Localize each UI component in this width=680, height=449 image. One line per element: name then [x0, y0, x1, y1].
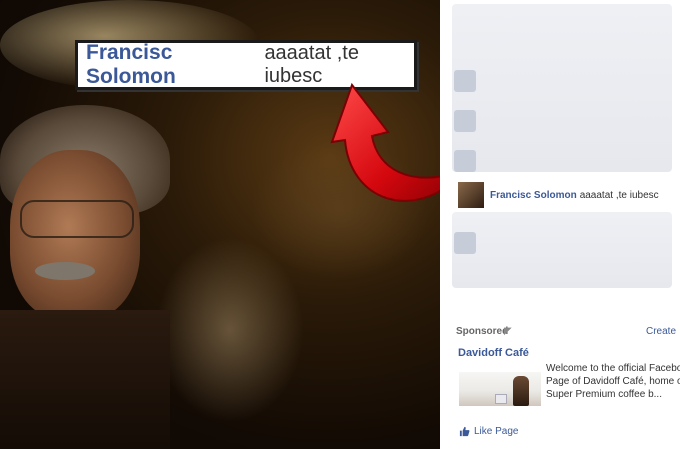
facebook-sidebar: Francisc Solomon aaaatat ,te iubesc Spon…	[440, 0, 680, 449]
sponsored-header: Sponsored ◤ Create	[456, 326, 678, 340]
commenter-avatar[interactable]	[458, 182, 484, 208]
ad-desc-line: Super Premium coffee b...	[546, 389, 662, 400]
blurred-comments-bottom	[452, 212, 672, 288]
man-shoulder	[0, 310, 170, 449]
commenter-name-link[interactable]: Francisc Solomon	[490, 190, 577, 201]
ad-desc-line: Welcome to the official Faceboo	[546, 363, 680, 374]
blurred-avatar	[454, 110, 476, 132]
eyeglasses	[20, 200, 134, 238]
like-page-button[interactable]: Like Page	[459, 426, 518, 437]
ad-icon: ◤	[504, 326, 512, 337]
ad-person	[513, 376, 529, 406]
highlighted-comment: Francisc Solomon aaaatat ,te iubesc	[458, 181, 678, 209]
create-ad-link[interactable]: Create	[646, 326, 676, 337]
sponsored-label: Sponsored	[456, 326, 509, 337]
blurred-avatar	[454, 70, 476, 92]
blurred-avatar	[454, 150, 476, 172]
thumbs-up-icon	[459, 426, 470, 437]
red-arrow-icon	[330, 82, 457, 202]
ad-description[interactable]: Welcome to the official Faceboo Page of …	[546, 362, 680, 401]
ad-image[interactable]	[459, 372, 541, 406]
bokeh-glass	[150, 230, 310, 430]
mustache	[35, 262, 95, 280]
ad-desc-line: Page of Davidoff Café, home of th	[546, 376, 680, 387]
callout-commenter-name: Francisc Solomon	[86, 41, 176, 88]
blurred-comments-top	[452, 4, 672, 172]
comment-text: aaaatat ,te iubesc	[579, 189, 659, 201]
ad-title-link[interactable]: Davidoff Café	[458, 347, 529, 359]
blurred-avatar	[454, 232, 476, 254]
like-page-label[interactable]: Like Page	[474, 426, 518, 437]
coffee-cup	[495, 394, 507, 404]
